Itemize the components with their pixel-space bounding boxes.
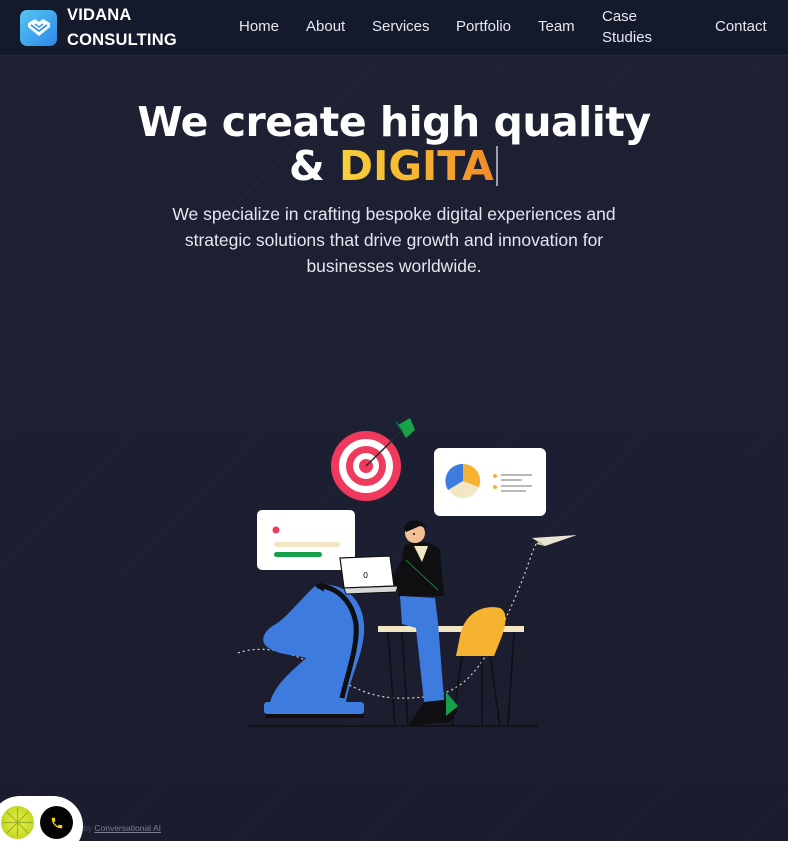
hero-title-line-1: We create high quality: [137, 98, 651, 146]
nav-case-line-2: Studies: [602, 29, 653, 46]
brand-line-2: CONSULTING: [67, 31, 177, 49]
nav-case-line-1: Case: [602, 8, 638, 25]
logo[interactable]: [20, 10, 57, 46]
nav-home[interactable]: Home: [239, 16, 279, 37]
hero-typed-word: DIGITA: [339, 142, 494, 190]
svg-text:0: 0: [363, 571, 368, 580]
navbar: VIDANA CONSULTING Home About Services Po…: [0, 0, 788, 56]
target-icon: [331, 418, 415, 501]
chess-knight-icon: [263, 582, 365, 718]
brand-orb-icon[interactable]: [1, 806, 34, 839]
powered-link[interactable]: Conversational AI: [94, 823, 161, 833]
page: VIDANA CONSULTING Home About Services Po…: [0, 0, 788, 841]
pie-chart-card: [434, 448, 546, 516]
phone-icon: [51, 817, 62, 828]
handshake-icon: [27, 19, 50, 36]
businessman-strategy-illustration: 0: [237, 418, 577, 727]
brand-line-1: VIDANA: [67, 6, 132, 24]
nav-team[interactable]: Team: [538, 16, 575, 37]
brand-name[interactable]: VIDANA CONSULTING: [67, 3, 177, 53]
typing-cursor: [495, 146, 498, 186]
hero-subtitle: We specialize in crafting bespoke digita…: [172, 204, 616, 276]
powered-prefix: by: [83, 823, 92, 833]
hero-title-prefix: &: [289, 142, 325, 190]
hero-title-line-2: & DIGITA: [289, 142, 498, 190]
nav-services[interactable]: Services: [372, 16, 430, 37]
nav-contact[interactable]: Contact: [715, 16, 767, 37]
nav-case-studies[interactable]: Case Studies: [602, 6, 652, 48]
nav-about[interactable]: About: [306, 16, 345, 37]
call-button[interactable]: [40, 806, 73, 839]
powered-by-text: by Conversational AI: [83, 823, 161, 833]
orb-rays: [3, 808, 32, 837]
nav-portfolio[interactable]: Portfolio: [456, 16, 511, 37]
